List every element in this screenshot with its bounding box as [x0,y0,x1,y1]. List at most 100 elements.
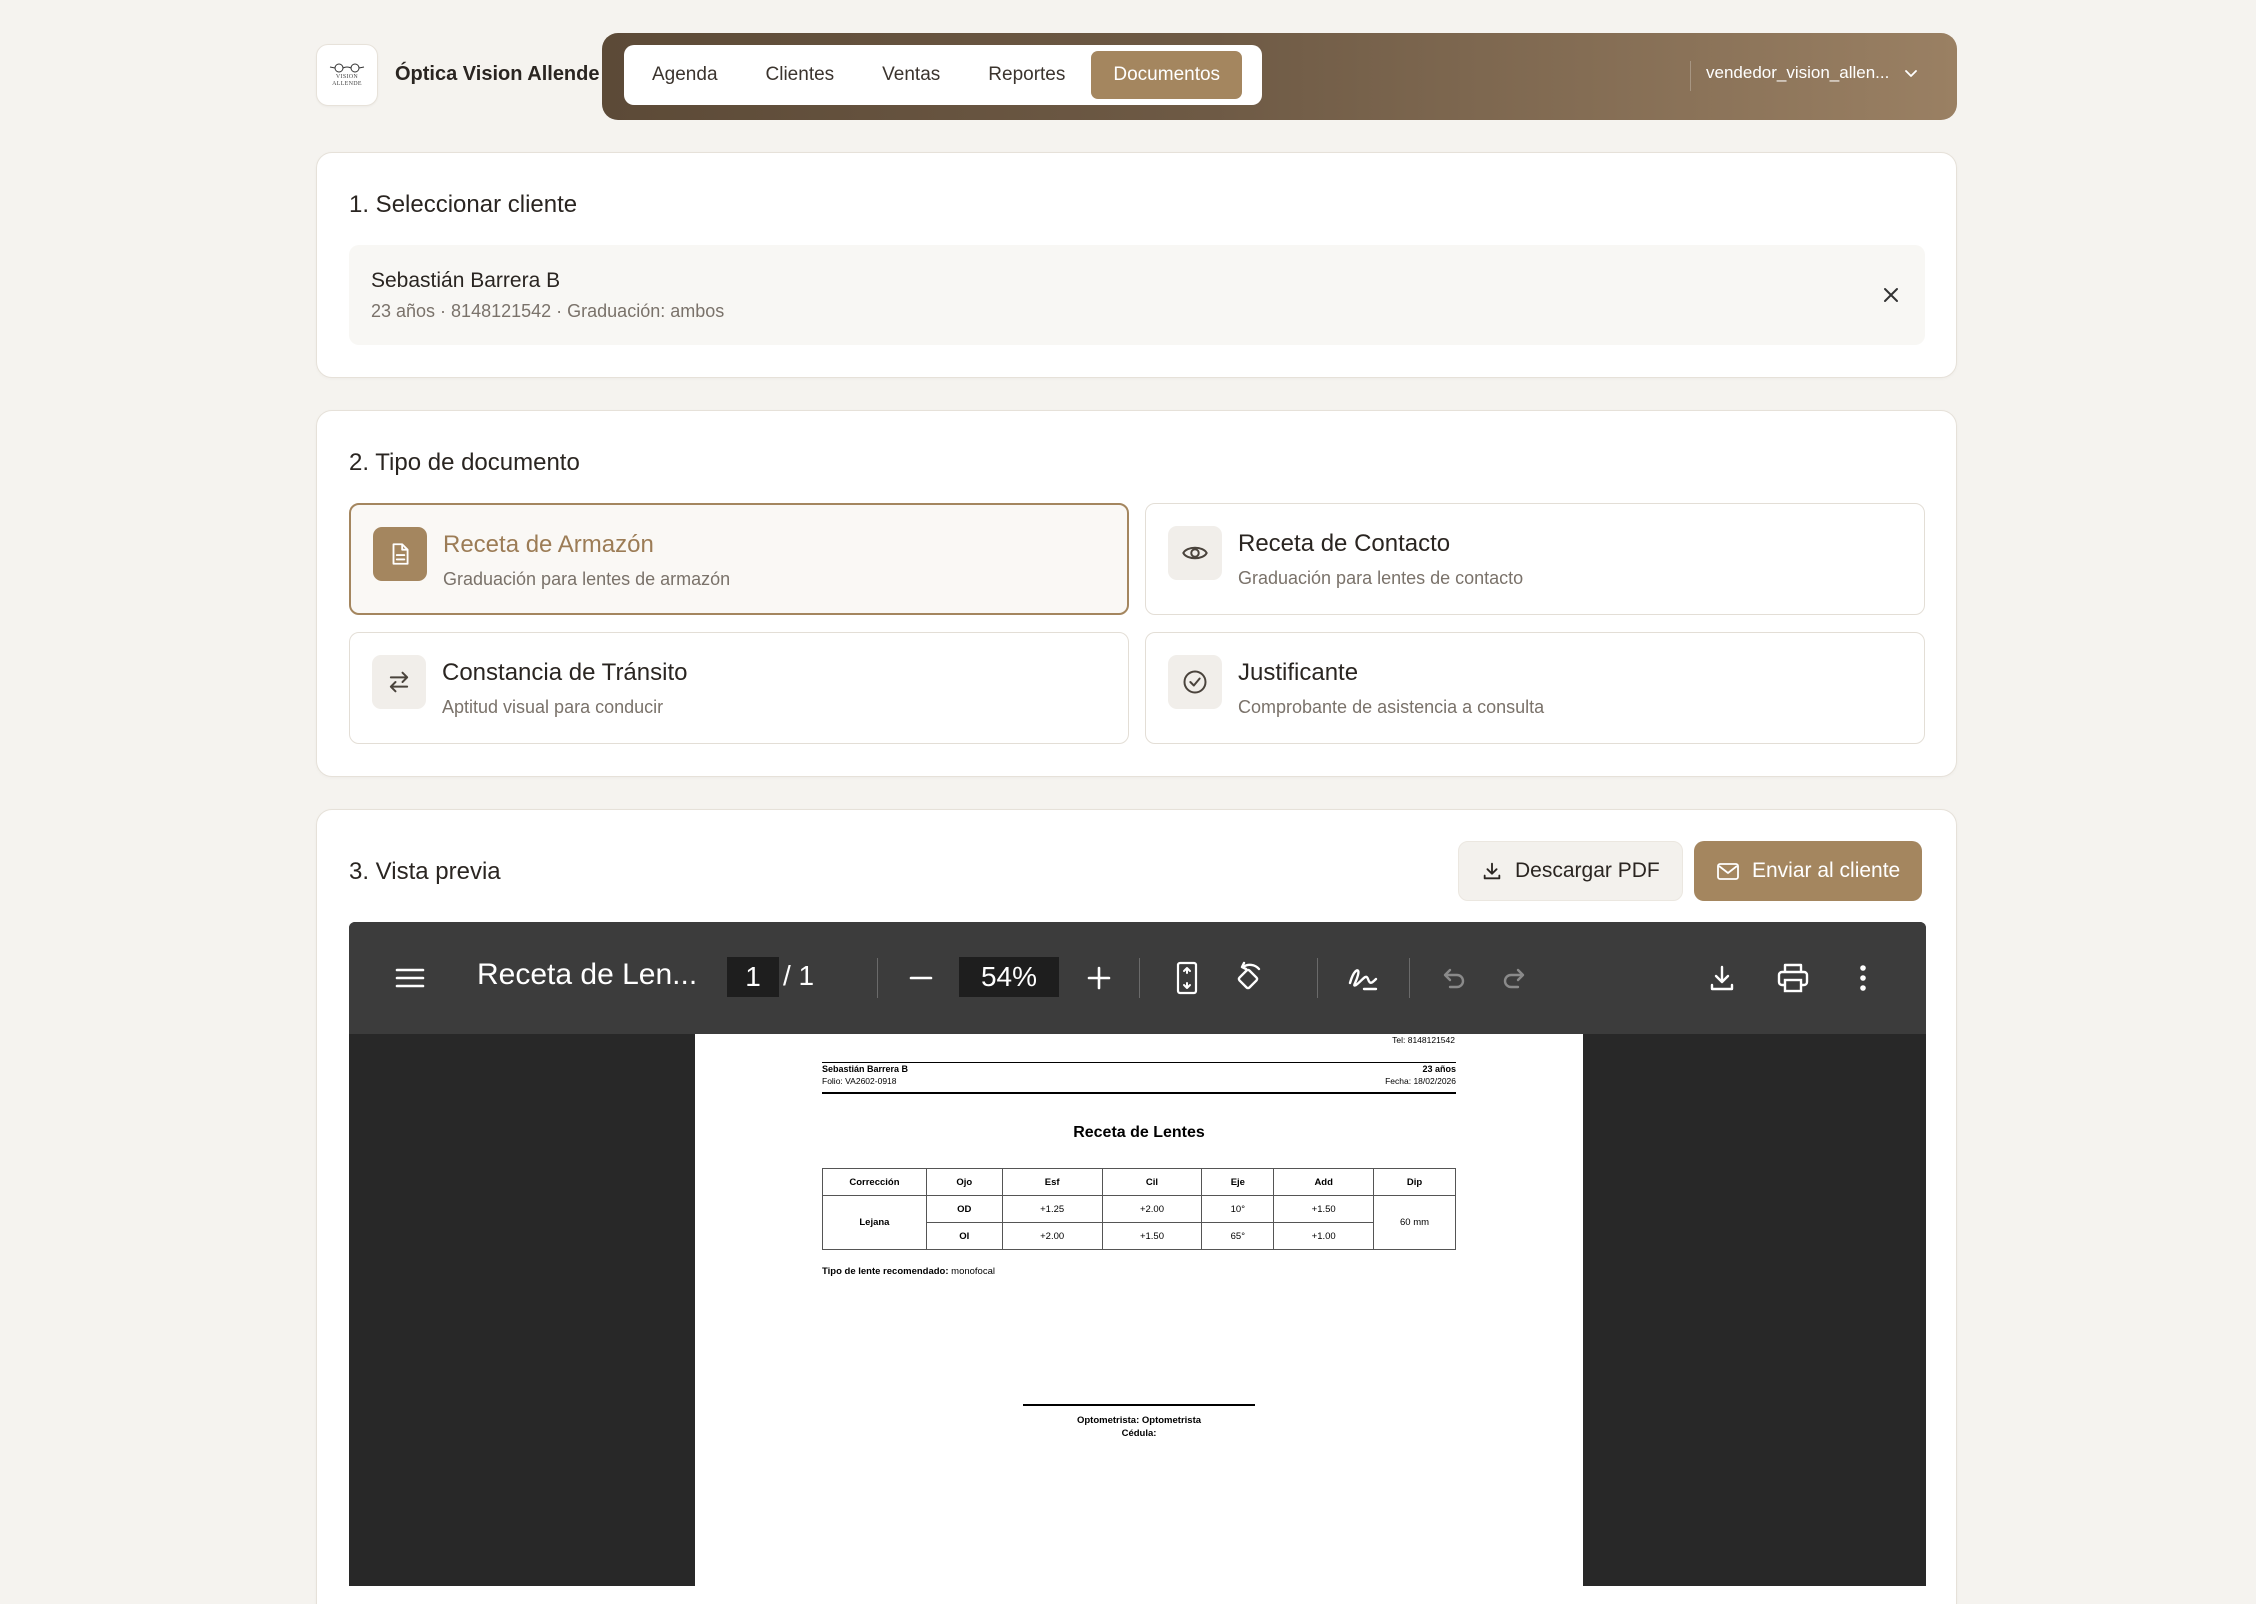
logo-mark: VISION ALLENDE [324,63,370,87]
table-row: Lejana OD +1.25 +2.00 10° +1.50 60 mm [822,1195,1456,1250]
add-cell: +1.50 [1273,1195,1375,1223]
table-header-row: Corrección Ojo Esf Cil Eje Add Dip [822,1168,1456,1196]
fit-page-button[interactable] [1169,958,1205,998]
add-cell: +1.00 [1273,1222,1375,1250]
lens-type-label: Tipo de lente recomendado: [822,1266,949,1277]
document-icon [392,543,409,565]
dip-cell: 60 mm [1373,1195,1456,1250]
send-to-client-label: Enviar al cliente [1752,859,1901,882]
pdf-patient: Sebastián Barrera B [822,1064,909,1074]
pdf-heading: Receta de Lentes [1073,1124,1205,1141]
toolbar-divider [1139,958,1140,998]
rotate-icon [1237,961,1261,990]
option-icon-box [372,655,426,709]
ojo-cell: OI [925,1222,1003,1250]
redo-button[interactable] [1499,958,1531,998]
menu-button[interactable] [393,958,427,998]
option-subtitle: Graduación para lentes de armazón [443,569,731,589]
viewer-download-button[interactable] [1705,958,1739,998]
option-title: Constancia de Tránsito [442,659,688,686]
pdf-fecha: Fecha: 18/02/2026 [1385,1076,1456,1086]
option-title: Receta de Contacto [1238,530,1451,557]
pdf-cedula: Cédula: [1121,1428,1157,1439]
option-icon-box [1168,655,1222,709]
redo-icon [1503,968,1525,989]
option-icon-box [1168,526,1222,580]
lens-type-value: monofocal [951,1266,995,1277]
clear-client-button[interactable] [1879,283,1903,307]
preview-card: 3. Vista previa Descargar PDF Enviar al … [316,809,1957,1604]
eye-icon [1182,546,1208,560]
fit-page-icon [1176,961,1198,995]
table-header: Cil [1101,1168,1203,1196]
option-title: Justificante [1238,659,1359,686]
toolbar-divider [1317,958,1318,998]
pdf-viewer[interactable]: Receta de Len... 1 / 1 54% Tel: 81481215… [349,922,1926,1586]
eje-cell: 10° [1201,1195,1275,1223]
table-header: Esf [1001,1168,1103,1196]
table-header: Eje [1201,1168,1275,1196]
esf-cell: +1.25 [1001,1195,1103,1223]
pdf-rule [822,1062,1456,1063]
option-justificante[interactable]: Justificante Comprobante de asistencia a… [1145,632,1925,744]
brand-name: Óptica Vision Allende [395,63,600,85]
rotate-button[interactable] [1229,958,1269,998]
zoom-in-button[interactable] [1083,958,1115,998]
pdf-folio: Folio: VA2602-0918 [822,1076,897,1086]
pdf-page: Tel: 8148121542 Sebastián Barrera B 23 a… [695,1034,1583,1586]
option-constancia-transito[interactable]: Constancia de Tránsito Aptitud visual pa… [349,632,1129,744]
pdf-age: 23 años [1422,1064,1456,1074]
document-type-card: 2. Tipo de documento Receta de Armazón G… [316,410,1957,777]
tab-agenda[interactable]: Agenda [630,51,740,99]
option-subtitle: Aptitud visual para conducir [442,697,664,717]
table-header: Add [1273,1168,1375,1196]
logo-text: VISION ALLENDE [332,73,362,87]
tab-documentos[interactable]: Documentos [1091,51,1243,99]
tab-reportes[interactable]: Reportes [966,51,1087,99]
select-client-card: 1. Seleccionar cliente Sebastián Barrera… [316,152,1957,378]
download-pdf-button[interactable]: Descargar PDF [1458,841,1683,901]
download-pdf-label: Descargar PDF [1515,859,1660,882]
step2-title: 2. Tipo de documento [349,449,580,476]
cil-cell: +1.50 [1101,1222,1203,1250]
menu-icon [395,968,425,988]
tab-ventas[interactable]: Ventas [860,51,962,99]
step1-title: 1. Seleccionar cliente [349,191,578,218]
chevron-down-icon [1905,70,1918,77]
esf-cell: +2.00 [1001,1222,1103,1250]
download-icon [1483,862,1501,880]
undo-button[interactable] [1437,958,1469,998]
zoom-level[interactable]: 54% [959,957,1059,997]
client-name: Sebastián Barrera B [371,269,561,292]
pdf-document-title: Receta de Len... [477,958,698,991]
option-receta-armazon[interactable]: Receta de Armazón Graduación para lentes… [349,503,1129,615]
option-subtitle: Graduación para lentes de contacto [1238,568,1524,588]
brand-logo[interactable]: VISION ALLENDE [316,44,378,106]
page-number-input[interactable]: 1 [727,957,779,997]
print-button[interactable] [1775,958,1811,998]
tab-clientes[interactable]: Clientes [744,51,857,99]
eje-cell: 65° [1201,1222,1275,1250]
option-receta-contacto[interactable]: Receta de Contacto Graduación para lente… [1145,503,1925,615]
pdf-toolbar: Receta de Len... 1 / 1 54% [349,922,1926,1034]
send-to-client-button[interactable]: Enviar al cliente [1694,841,1923,901]
annotate-button[interactable] [1343,958,1383,998]
pdf-rule [822,1092,1456,1094]
nav-tabs: Agenda Clientes Ventas Reportes Document… [624,45,1262,105]
download-icon [1710,965,1734,991]
correccion-cell: Lejana [822,1195,927,1250]
user-menu[interactable]: vendedor_vision_allen... [1706,63,1919,83]
selected-client: Sebastián Barrera B 23 años · 8148121542… [349,245,1925,345]
step3-title: 3. Vista previa [349,858,501,885]
zoom-out-button[interactable] [905,958,937,998]
mail-icon [1717,863,1739,880]
pdf-lens-type: Tipo de lente recomendado: monofocal [822,1266,995,1277]
close-icon [1884,288,1898,302]
top-navbar: Agenda Clientes Ventas Reportes Document… [602,33,1957,120]
plus-icon [1087,966,1111,990]
table-header: Dip [1373,1168,1456,1196]
page-total: / 1 [783,960,815,991]
minus-icon [909,976,933,980]
more-options-button[interactable] [1853,958,1873,998]
user-divider [1690,61,1691,91]
